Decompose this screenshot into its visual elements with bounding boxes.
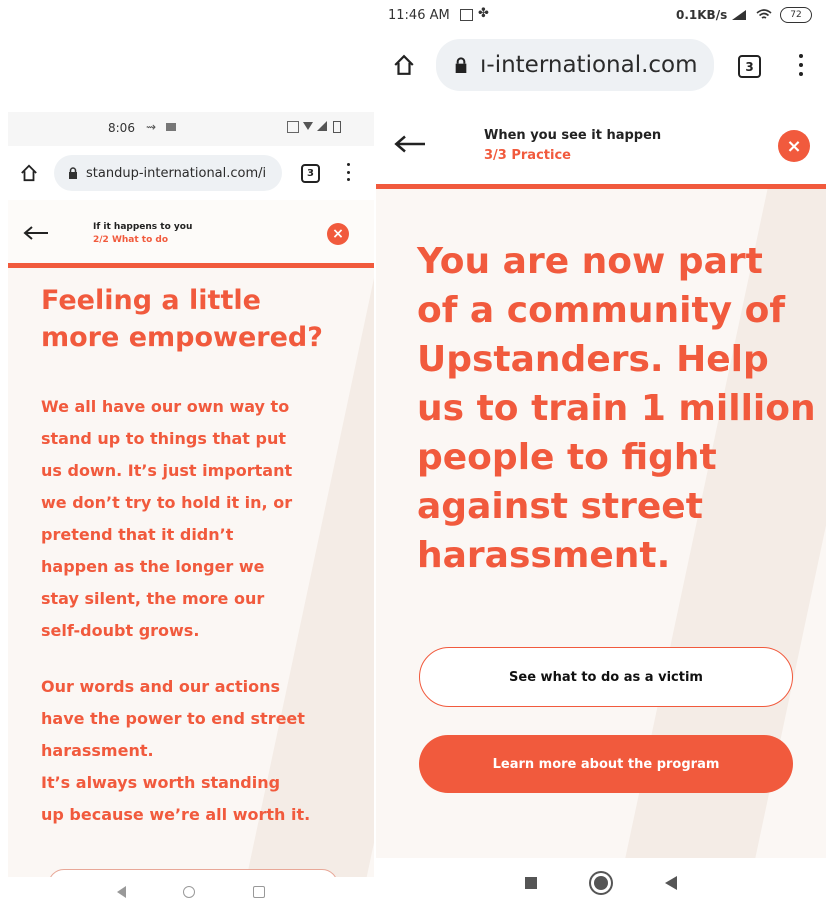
lesson-content: You are now part of a community of Upsta… bbox=[376, 189, 826, 858]
see-victim-guide-button[interactable]: See what to do as a victim bbox=[419, 647, 793, 707]
lock-icon bbox=[455, 57, 467, 73]
android-nav-bar bbox=[376, 858, 826, 907]
headline: Feeling a little more empowered? bbox=[41, 282, 323, 356]
paragraph-1: We all have our own way to stand up to t… bbox=[41, 391, 292, 647]
sim-icon bbox=[287, 121, 299, 133]
paragraph-line: up because we’re all worth it. bbox=[41, 805, 311, 824]
nav-recents-icon[interactable] bbox=[524, 876, 537, 889]
url-text: standup-international.com/i bbox=[86, 165, 267, 181]
lesson-title: If it happens to you bbox=[93, 222, 193, 232]
paragraph-line: have the power to end street bbox=[41, 709, 305, 728]
paragraph-line: happen as the longer we bbox=[41, 557, 265, 576]
overflow-menu-icon[interactable] bbox=[345, 163, 351, 181]
paragraph-line: Our words and our actions bbox=[41, 677, 281, 696]
battery-icon: 72 bbox=[780, 7, 812, 23]
back-arrow-icon[interactable] bbox=[23, 225, 49, 241]
lesson-header: When you see it happen 3/3 Practice × bbox=[376, 102, 826, 184]
nav-back-icon[interactable] bbox=[116, 886, 126, 898]
tab-switcher-button[interactable]: 3 bbox=[738, 55, 761, 78]
headline-line: of a community of bbox=[417, 290, 786, 331]
headline-line: You are now part bbox=[417, 241, 763, 282]
home-icon[interactable] bbox=[392, 54, 416, 76]
status-icons bbox=[287, 121, 347, 133]
learn-more-program-button[interactable]: Learn more about the program bbox=[419, 735, 793, 793]
paragraph-line: pretend that it didn’t bbox=[41, 525, 234, 544]
android-nav-bar bbox=[8, 877, 374, 907]
close-icon: × bbox=[786, 135, 802, 157]
signal-icon bbox=[732, 10, 746, 20]
battery-level: 72 bbox=[790, 10, 802, 20]
lesson-progress: 2/2 What to do bbox=[93, 235, 169, 245]
image-icon bbox=[166, 123, 176, 131]
right-phone-screenshot: 11:46 AM ✤ 0.1KB/s 72 ı-international.co… bbox=[376, 0, 826, 907]
back-arrow-icon[interactable] bbox=[393, 134, 427, 154]
headline-line: people to fight bbox=[417, 437, 717, 478]
home-icon[interactable] bbox=[20, 164, 38, 182]
lock-icon bbox=[69, 167, 77, 179]
status-bar: 11:46 AM ✤ 0.1KB/s 72 bbox=[376, 0, 826, 32]
link-icon: ⇝ bbox=[146, 120, 157, 134]
headline-line: against street bbox=[417, 486, 703, 527]
status-time: 8:06 bbox=[108, 121, 135, 135]
nav-back-icon[interactable] bbox=[665, 875, 678, 890]
lesson-content: Feeling a little more empowered? We all … bbox=[8, 268, 374, 877]
headline-line: Feeling a little bbox=[41, 285, 261, 316]
status-bar: 8:06 ⇝ bbox=[8, 112, 374, 146]
headline-line: Upstanders. Help bbox=[417, 339, 769, 380]
overflow-menu-icon[interactable] bbox=[798, 54, 804, 76]
headline-line: more empowered? bbox=[41, 322, 323, 353]
nav-home-icon[interactable] bbox=[183, 886, 196, 898]
headline-line: us to train 1 million bbox=[417, 388, 816, 429]
paragraph-line: we don’t try to hold it in, or bbox=[41, 493, 293, 512]
paragraph-2: Our words and our actions have the power… bbox=[41, 671, 310, 831]
fan-icon: ✤ bbox=[478, 6, 489, 21]
browser-url-bar: ı-international.com 3 bbox=[376, 32, 826, 102]
screenshot-icon bbox=[460, 9, 473, 21]
nav-home-icon[interactable] bbox=[593, 875, 608, 890]
headline-line: harassment. bbox=[417, 535, 671, 576]
paragraph-line: self-doubt grows. bbox=[41, 621, 200, 640]
close-icon: × bbox=[332, 226, 344, 242]
close-button[interactable]: × bbox=[778, 130, 810, 162]
paragraph-line: stay silent, the more our bbox=[41, 589, 265, 608]
lesson-header: If it happens to you 2/2 What to do × bbox=[8, 200, 374, 263]
url-text: ı-international.com bbox=[480, 52, 698, 78]
wifi-icon bbox=[303, 122, 313, 130]
network-speed: 0.1KB/s bbox=[676, 8, 728, 22]
wifi-icon bbox=[756, 9, 772, 19]
lesson-title: When you see it happen bbox=[484, 128, 662, 143]
url-field[interactable]: ı-international.com bbox=[436, 39, 714, 91]
tab-switcher-button[interactable]: 3 bbox=[301, 164, 320, 183]
status-time: 11:46 AM bbox=[388, 8, 450, 23]
battery-icon bbox=[333, 121, 341, 133]
nav-recents-icon[interactable] bbox=[253, 886, 266, 898]
signal-icon bbox=[317, 121, 327, 131]
paragraph-line: It’s always worth standing bbox=[41, 773, 281, 792]
lesson-progress: 3/3 Practice bbox=[484, 148, 571, 163]
paragraph-line: harassment. bbox=[41, 741, 154, 760]
left-phone-screenshot: 8:06 ⇝ standup-international.com/i 3 If … bbox=[8, 112, 374, 907]
headline: You are now part of a community of Upsta… bbox=[417, 237, 816, 580]
close-button[interactable]: × bbox=[327, 223, 349, 245]
paragraph-line: us down. It’s just important bbox=[41, 461, 293, 480]
paragraph-line: stand up to things that put bbox=[41, 429, 287, 448]
partial-button[interactable] bbox=[48, 869, 338, 877]
browser-url-bar: standup-international.com/i 3 bbox=[8, 146, 374, 200]
paragraph-line: We all have our own way to bbox=[41, 397, 290, 416]
url-field[interactable]: standup-international.com/i bbox=[54, 155, 282, 191]
